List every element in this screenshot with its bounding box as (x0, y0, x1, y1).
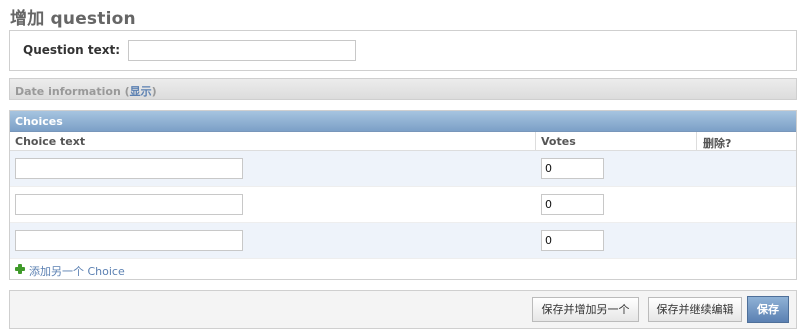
column-header-choice-text: Choice text (15, 135, 86, 148)
choice-row: 0 (10, 223, 796, 259)
choice-row: 0 (10, 187, 796, 223)
save-and-continue-button[interactable]: 保存并继续编辑 (648, 297, 742, 322)
choices-column-headers: Choice text Votes 删除? (10, 132, 796, 151)
choice-text-input[interactable] (15, 158, 243, 179)
question-text-label: Question text: (23, 43, 120, 57)
save-button[interactable]: 保存 (747, 296, 789, 323)
column-divider (696, 132, 697, 151)
choice-text-input[interactable] (15, 194, 243, 215)
show-link[interactable]: 显示 (130, 85, 152, 98)
choice-text-input[interactable] (15, 230, 243, 251)
votes-input[interactable]: 0 (541, 158, 604, 179)
votes-input[interactable]: 0 (541, 230, 604, 251)
column-divider (535, 132, 536, 151)
submit-row: 保存并增加另一个 保存并继续编辑 保存 (9, 290, 797, 329)
date-information-section: Date information (显示) (9, 78, 797, 100)
close-paren: ) (151, 85, 157, 98)
choices-inline-group: Choices Choice text Votes 删除? 0 0 0 添加另一… (9, 110, 797, 280)
plus-icon[interactable] (15, 264, 25, 274)
question-fieldset: Question text: (9, 30, 797, 71)
column-header-delete: 删除? (703, 137, 732, 150)
question-text-input[interactable] (128, 40, 356, 61)
add-another-choice-row: 添加另一个 Choice (10, 259, 796, 279)
add-another-choice-link[interactable]: 添加另一个 Choice (29, 263, 125, 279)
choices-title: Choices (15, 115, 63, 128)
date-information-title: Date information (显示) (15, 83, 157, 99)
choices-header: Choices (10, 111, 796, 132)
save-and-add-another-button[interactable]: 保存并增加另一个 (532, 297, 639, 322)
date-information-label: Date information (15, 85, 121, 98)
choice-row: 0 (10, 151, 796, 187)
page-title: 增加 question (10, 9, 136, 29)
column-header-votes: Votes (541, 135, 576, 148)
votes-input[interactable]: 0 (541, 194, 604, 215)
